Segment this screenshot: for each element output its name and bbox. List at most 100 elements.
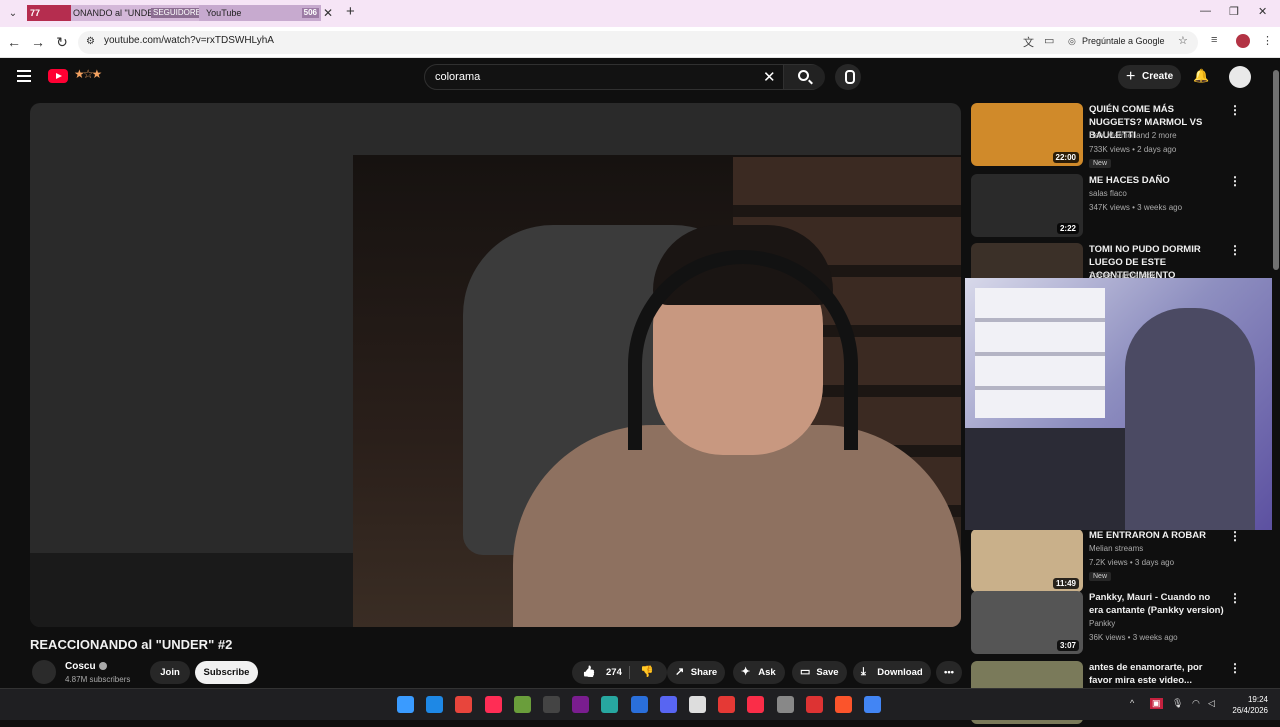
more-options-icon[interactable]: ⋮ — [1229, 103, 1241, 117]
save-button[interactable]: ▭ Save — [792, 661, 847, 684]
app-icon[interactable] — [805, 696, 823, 713]
recommendation-title[interactable]: ME HACES DAÑO — [1089, 174, 1224, 187]
new-tab-icon[interactable]: + — [346, 4, 355, 20]
volume-icon[interactable]: ◁ — [1208, 698, 1215, 709]
close-window-icon[interactable]: ✕ — [1258, 5, 1267, 18]
url-text[interactable]: youtube.com/watch?v=rxTDSWHLyhA — [104, 35, 274, 46]
ask-google-button[interactable]: Pregúntale a Google — [1082, 36, 1165, 46]
discord-icon[interactable] — [659, 696, 677, 713]
recommendation-title[interactable]: ME ENTRARON A ROBAR — [1089, 529, 1224, 542]
windows-icon[interactable] — [397, 696, 414, 713]
subscribe-button[interactable]: Subscribe — [195, 661, 258, 684]
recommendation-item[interactable]: 22:00 QUIÉN COME MÁS NUGGETS? MARMOL VS B… — [971, 103, 1261, 169]
video-player[interactable] — [30, 103, 961, 627]
screencast-icon[interactable]: ▭ — [1044, 34, 1054, 47]
youtube-logo-icon[interactable] — [48, 69, 68, 83]
recommendation-channel[interactable]: salas flaco — [1089, 189, 1127, 198]
account-avatar[interactable] — [1229, 66, 1251, 88]
channel-name-text[interactable]: Coscu — [65, 661, 96, 672]
translate-icon[interactable]: 文 — [1023, 34, 1034, 50]
share-button[interactable]: ↗ Share — [667, 661, 725, 684]
vscode-icon[interactable] — [572, 696, 590, 713]
microphone-icon[interactable]: 🎙 — [1172, 698, 1183, 709]
wifi-icon[interactable]: ◠ — [1192, 698, 1200, 709]
bookmark-star-icon[interactable]: ☆ — [1178, 34, 1188, 47]
reload-icon[interactable]: ↻ — [54, 34, 70, 50]
voice-search-icon[interactable] — [835, 64, 861, 90]
obs-icon[interactable] — [776, 696, 794, 713]
capcut-icon[interactable] — [689, 696, 706, 713]
profile-avatar[interactable] — [1236, 34, 1250, 48]
recommendation-item[interactable]: 3:07 Pankky, Mauri - Cuando no era cantan… — [971, 591, 1261, 657]
bookmark-icon: ▭ — [800, 666, 811, 678]
tab-youtube[interactable]: YouTube 506 — [199, 5, 321, 21]
google-lens-icon[interactable]: ◎ — [1068, 36, 1076, 47]
verified-icon — [98, 662, 107, 671]
steam-icon[interactable] — [630, 696, 648, 713]
edge-icon[interactable] — [426, 696, 444, 713]
chrome-menu-icon[interactable]: ⋮ — [1262, 34, 1273, 47]
page-scrollbar[interactable] — [1272, 60, 1280, 688]
more-options-icon[interactable]: ⋮ — [1229, 243, 1241, 257]
menu-icon[interactable] — [17, 70, 31, 82]
minimize-icon[interactable]: — — [1200, 5, 1211, 17]
forward-icon[interactable]: → — [30, 34, 46, 50]
tiktok-icon[interactable] — [484, 696, 502, 713]
recommendation-thumbnail[interactable]: 3:07 — [971, 591, 1083, 654]
site-info-icon[interactable]: ⚙ — [86, 36, 98, 48]
recommendation-item[interactable]: 11:49 ME ENTRARON A ROBAR Melian streams 7.… — [971, 529, 1261, 595]
doodle-icon[interactable]: ★☆★ — [74, 67, 102, 81]
recommendation-thumbnail[interactable]: 2:22 — [971, 174, 1083, 237]
pip-streamer — [1125, 308, 1255, 530]
recommendation-item[interactable]: 2:22 ME HACES DAÑO salas flaco 347K views •… — [971, 174, 1261, 240]
channel-name[interactable]: Coscu — [65, 661, 107, 672]
search-box[interactable]: colorama ✕ — [424, 64, 825, 90]
restore-icon[interactable]: ❐ — [1229, 5, 1239, 18]
music-icon[interactable] — [747, 696, 765, 713]
more-options-icon[interactable]: ⋮ — [1229, 661, 1241, 675]
recommendation-channel[interactable]: Melian streams — [1089, 544, 1143, 553]
save-label: Save — [816, 667, 839, 678]
file-icon[interactable] — [601, 696, 619, 713]
opera-icon[interactable] — [718, 696, 736, 713]
more-actions-button[interactable]: ••• — [936, 661, 962, 684]
epic-games-icon[interactable] — [543, 696, 560, 713]
recommendation-channel[interactable]: Beni Marmol and 2 more — [1089, 131, 1177, 140]
like-button[interactable]: 274 👎 — [572, 661, 667, 684]
download-button[interactable]: ⤓ Download — [853, 661, 931, 684]
chrome-icon[interactable] — [455, 696, 473, 713]
tray-chevron-icon[interactable]: ^ — [1130, 698, 1134, 708]
streamer-body — [513, 425, 961, 627]
tray-app-icon[interactable]: ▣ — [1150, 698, 1163, 709]
picture-in-picture-window[interactable] — [965, 278, 1280, 530]
ask-button[interactable]: ✦ Ask — [733, 661, 785, 684]
more-options-icon[interactable]: ⋮ — [1229, 529, 1241, 543]
back-icon[interactable]: ← — [6, 34, 22, 50]
recommendation-thumbnail[interactable]: 11:49 — [971, 529, 1083, 592]
more-options-icon[interactable]: ⋮ — [1229, 591, 1241, 605]
chrome-active-icon[interactable] — [864, 696, 882, 713]
channel-avatar[interactable] — [32, 660, 56, 684]
more-options-icon[interactable]: ⋮ — [1229, 174, 1241, 188]
tab-close-icon[interactable]: ✕ — [323, 6, 333, 20]
pip-shelf — [975, 288, 1105, 418]
search-button[interactable] — [783, 65, 825, 89]
brave-icon[interactable] — [835, 696, 852, 713]
recommendation-title[interactable]: Pankky, Mauri - Cuando no era cantante (… — [1089, 591, 1224, 617]
join-button[interactable]: Join — [150, 661, 190, 684]
tab-stream[interactable]: 77 ONANDO al "UNDER" SEGUIDORES — [27, 5, 199, 21]
media-controls-icon[interactable]: ≡ — [1211, 34, 1217, 46]
sparkle-icon: ✦ — [741, 666, 751, 678]
tab-search-dropdown-icon[interactable]: ⌄ — [5, 6, 21, 22]
system-clock[interactable]: 19:24 26/4/2026 — [1228, 694, 1268, 716]
minecraft-icon[interactable] — [513, 696, 531, 713]
create-button[interactable]: Create — [1118, 65, 1181, 89]
search-input[interactable]: colorama — [435, 71, 480, 83]
video-frame — [353, 155, 961, 627]
recommendation-channel[interactable]: Pankky — [1089, 619, 1115, 628]
recommendation-thumbnail[interactable]: 22:00 — [971, 103, 1083, 166]
dislike-icon[interactable]: 👎 — [640, 661, 654, 684]
clear-search-icon[interactable]: ✕ — [763, 68, 776, 86]
recommendation-title[interactable]: antes de enamorarte, por favor mira este… — [1089, 661, 1224, 687]
notifications-bell-icon[interactable]: 🔔 — [1193, 68, 1209, 84]
